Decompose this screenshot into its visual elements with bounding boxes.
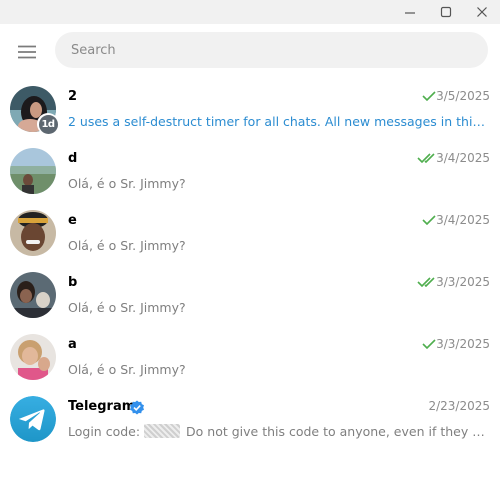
chat-name: d <box>68 151 78 166</box>
self-destruct-timer-badge: 1d <box>37 113 59 135</box>
minimize-button[interactable] <box>396 0 424 24</box>
avatar <box>10 272 56 318</box>
chat-name: b <box>68 275 78 290</box>
chat-item[interactable]: b 3/3/2025 Olá, é o Sr. Jimmy? <box>0 264 500 326</box>
chat-preview: Login code: Do not give this code to any… <box>68 424 488 439</box>
chat-preview: Olá, é o Sr. Jimmy? <box>68 176 186 191</box>
double-check-icon <box>417 277 435 287</box>
chat-date: 3/3/2025 <box>436 337 490 351</box>
chat-name: a <box>68 337 77 352</box>
chat-date: 3/5/2025 <box>436 89 490 103</box>
chat-name: e <box>68 213 77 228</box>
search-box[interactable] <box>55 32 488 68</box>
verified-badge-icon <box>130 400 144 415</box>
close-icon <box>477 7 487 17</box>
single-check-icon <box>422 339 436 349</box>
main-menu-button[interactable] <box>12 38 42 66</box>
single-check-icon <box>422 91 436 101</box>
minimize-icon <box>405 12 415 14</box>
chat-date: 3/4/2025 <box>436 213 490 227</box>
single-check-icon <box>422 215 436 225</box>
telegram-logo-avatar <box>10 396 56 442</box>
double-check-icon <box>417 153 435 163</box>
avatar <box>10 148 56 194</box>
hamburger-menu-icon <box>18 45 36 59</box>
redacted-code <box>144 424 181 438</box>
chat-name: Telegram <box>68 399 136 414</box>
window-titlebar <box>0 0 500 24</box>
chat-list-toolbar <box>0 24 500 80</box>
avatar <box>10 210 56 256</box>
chat-item[interactable]: a 3/3/2025 Olá, é o Sr. Jimmy? <box>0 326 500 388</box>
maximize-button[interactable] <box>432 0 460 24</box>
close-button[interactable] <box>468 0 496 24</box>
chat-preview: 2 uses a self-destruct timer for all cha… <box>68 114 488 129</box>
chat-date: 3/4/2025 <box>436 151 490 165</box>
maximize-icon <box>440 6 452 18</box>
chat-item[interactable]: e 3/4/2025 Olá, é o Sr. Jimmy? <box>0 202 500 264</box>
chat-preview-text: Do not give this code to anyone, even if… <box>186 424 488 439</box>
chat-item[interactable]: 1d 2 3/5/2025 2 uses a self-destruct tim… <box>0 78 500 140</box>
chat-date: 2/23/2025 <box>428 399 490 413</box>
chat-preview: Olá, é o Sr. Jimmy? <box>68 300 186 315</box>
avatar <box>10 334 56 380</box>
chat-name: 2 <box>68 89 78 104</box>
chat-item[interactable]: Telegram 2/23/2025 Login code: Do not gi… <box>0 388 500 450</box>
login-code-label: Login code: <box>68 424 141 439</box>
chat-preview: Olá, é o Sr. Jimmy? <box>68 362 186 377</box>
chat-date: 3/3/2025 <box>436 275 490 289</box>
search-input[interactable] <box>71 42 451 58</box>
chat-preview: Olá, é o Sr. Jimmy? <box>68 238 186 253</box>
chat-item[interactable]: d 3/4/2025 Olá, é o Sr. Jimmy? <box>0 140 500 202</box>
